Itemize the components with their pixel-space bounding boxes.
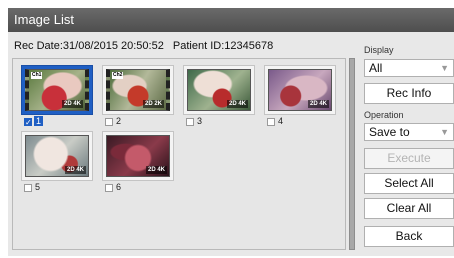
thumbnail-3-checkbox[interactable] xyxy=(186,118,194,126)
thumbnail-6[interactable]: 2D 4K xyxy=(102,131,174,181)
window-title: Image List xyxy=(8,8,454,32)
thumbnail-1-number: 1 xyxy=(34,116,44,126)
thumbnail-3[interactable]: 2D 4K xyxy=(183,65,255,115)
thumbnail-image: 2D 4K xyxy=(187,69,251,111)
thumbnail-2-number: 2 xyxy=(116,116,122,126)
patient-id: Patient ID:12345678 xyxy=(172,40,274,52)
thumbnail-2[interactable]: Ch2 2D 2K xyxy=(102,65,174,115)
vertical-scrollbar[interactable] xyxy=(349,58,355,250)
thumbnail-image: 2D 4K xyxy=(106,135,170,177)
thumbnail-5-checkbox[interactable] xyxy=(24,184,32,192)
format-badge: 2D 2K xyxy=(142,100,164,108)
thumbnail-1[interactable]: Ch1 2D 4K xyxy=(21,65,93,115)
operation-value: Save to xyxy=(369,125,410,139)
thumbnail-6-number: 6 xyxy=(116,182,122,192)
clear-all-button[interactable]: Clear All xyxy=(364,198,454,219)
format-badge: 2D 4K xyxy=(307,100,329,108)
format-badge: 2D 4K xyxy=(61,100,83,108)
select-all-button[interactable]: Select All xyxy=(364,173,454,194)
thumbnail-4[interactable]: 2D 4K xyxy=(264,65,336,115)
display-select[interactable]: All ▼ xyxy=(364,59,454,77)
image-list-window: Image List Rec Date:31/08/2015 20:50:52 … xyxy=(8,8,454,256)
back-button[interactable]: Back xyxy=(364,226,454,247)
display-label: Display xyxy=(364,45,394,55)
thumbnail-grid: Ch1 2D 4K 1 Ch2 2D 2K 2 2D 4K 3 2D 4K xyxy=(12,58,346,250)
thumbnail-6-checkbox[interactable] xyxy=(105,184,113,192)
triangle-down-icon: ▼ xyxy=(440,63,449,73)
channel-label: Ch1 xyxy=(31,72,43,79)
format-badge: 2D 4K xyxy=(226,100,248,108)
rec-info-button[interactable]: Rec Info xyxy=(364,83,454,104)
thumbnail-image: Ch2 2D 2K xyxy=(106,69,170,111)
execute-button[interactable]: Execute xyxy=(364,148,454,169)
recording-info: Rec Date:31/08/2015 20:50:52 Patient ID:… xyxy=(14,40,279,52)
format-badge: 2D 4K xyxy=(145,166,167,174)
format-badge: 2D 4K xyxy=(64,166,86,174)
rec-date: Rec Date:31/08/2015 20:50:52 xyxy=(14,40,164,52)
thumbnail-image: 2D 4K xyxy=(25,135,89,177)
triangle-down-icon: ▼ xyxy=(440,127,449,137)
thumbnail-5-number: 5 xyxy=(35,182,41,192)
channel-label: Ch2 xyxy=(112,72,124,79)
display-value: All xyxy=(369,61,383,75)
thumbnail-2-checkbox[interactable] xyxy=(105,118,113,126)
thumbnail-1-checkbox[interactable] xyxy=(24,118,32,126)
thumbnail-4-checkbox[interactable] xyxy=(267,118,275,126)
thumbnail-5[interactable]: 2D 4K xyxy=(21,131,93,181)
thumbnail-3-number: 3 xyxy=(197,116,203,126)
operation-select[interactable]: Save to ▼ xyxy=(364,123,454,141)
thumbnail-image: Ch1 2D 4K xyxy=(25,69,89,111)
thumbnail-4-number: 4 xyxy=(278,116,284,126)
thumbnail-image: 2D 4K xyxy=(268,69,332,111)
operation-label: Operation xyxy=(364,110,404,120)
